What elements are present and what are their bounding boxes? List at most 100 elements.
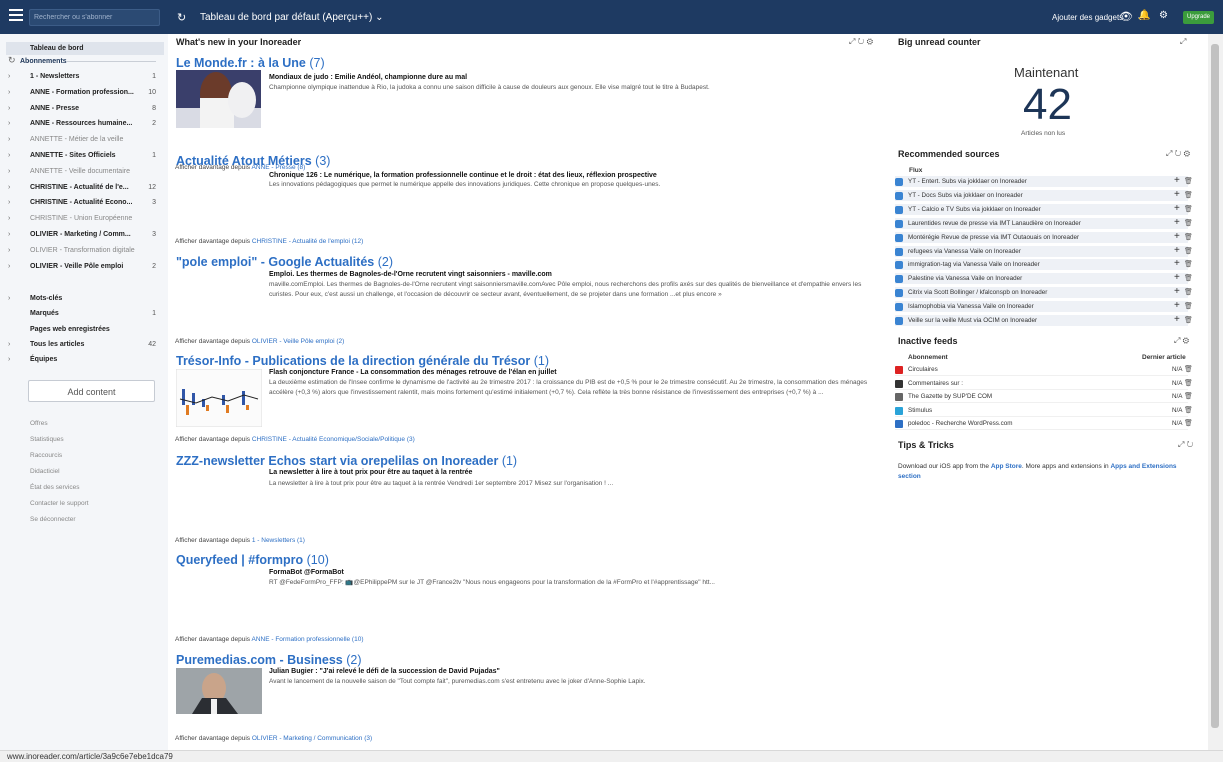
show-more-link[interactable]: Afficher davantage depuis CHRISTINE - Ac… — [175, 436, 415, 443]
subscribe-plus-icon[interactable]: + — [1174, 189, 1180, 201]
recommended-source-name[interactable]: Laurentides revue de presse via IMT Lana… — [908, 218, 1081, 230]
recommended-row[interactable]: Islamophobia via Vanessa Vaile on Inorea… — [895, 300, 1193, 314]
recommended-row[interactable]: Veille sur la veille Must via OCIM on In… — [895, 314, 1193, 327]
feed-name[interactable]: Le Monde.fr : à la Une — [176, 56, 306, 70]
app-store-link[interactable]: App Store — [991, 463, 1022, 470]
chevron-right-icon[interactable]: › — [8, 260, 10, 273]
footer-link[interactable]: État des services — [30, 484, 80, 491]
recommended-row[interactable]: immigration-tag via Vanessa Vaile on Ino… — [895, 258, 1193, 272]
chevron-right-icon[interactable]: › — [8, 244, 10, 257]
recommended-row[interactable]: Citrix via Scott Bollinger / kfalconspb … — [895, 286, 1193, 300]
sidebar-item-teams[interactable]: › Équipes — [8, 353, 158, 366]
dismiss-trash-icon[interactable]: 🗑 — [1184, 204, 1193, 216]
subscribe-plus-icon[interactable]: + — [1174, 272, 1180, 284]
sidebar-item-saved-pages[interactable]: Pages web enregistrées — [8, 323, 158, 336]
footer-link[interactable]: Se déconnecter — [30, 516, 76, 523]
subscribe-plus-icon[interactable]: + — [1174, 231, 1180, 243]
dismiss-trash-icon[interactable]: 🗑 — [1184, 190, 1193, 202]
sidebar-folder-item[interactable]: › ANNETTE - Veille documentaire — [8, 165, 158, 178]
chevron-right-icon[interactable]: › — [8, 133, 10, 146]
refresh-icon[interactable]: ↻ — [177, 11, 186, 24]
subscribe-plus-icon[interactable]: + — [1174, 217, 1180, 229]
recommended-row[interactable]: refugees via Vanessa Vaile on Inoreader +… — [895, 245, 1193, 258]
delete-trash-icon[interactable]: 🗑 — [1184, 364, 1193, 376]
chevron-right-icon[interactable]: › — [8, 292, 10, 305]
chart-thumbnail-image[interactable] — [176, 369, 262, 427]
subscribe-plus-icon[interactable]: + — [1174, 300, 1180, 312]
dismiss-trash-icon[interactable]: 🗑 — [1184, 232, 1193, 244]
sidebar-folder-item[interactable]: › ANNE - Formation profession... 10 — [8, 86, 158, 99]
sidebar-folder-item[interactable]: › ANNETTE - Métier de la veille — [8, 133, 158, 146]
feed-name[interactable]: Puremedias.com - Business — [176, 653, 343, 667]
dismiss-trash-icon[interactable]: 🗑 — [1184, 287, 1193, 299]
sidebar-folder-item[interactable]: › OLIVIER - Marketing / Comm... 3 — [8, 228, 158, 241]
show-more-folder-link[interactable]: 1 - Newsletters (1) — [252, 537, 305, 544]
feed-title-link[interactable]: Le Monde.fr : à la Une (7) — [176, 56, 325, 70]
show-more-link[interactable]: Afficher davantage depuis ANNE - Formati… — [175, 636, 364, 643]
dismiss-trash-icon[interactable]: 🗑 — [1184, 176, 1193, 188]
notifications-bell-icon[interactable]: 🔔 — [1138, 10, 1150, 21]
refresh-icon[interactable]: ↻ — [8, 55, 16, 67]
chevron-right-icon[interactable]: › — [8, 196, 10, 209]
sidebar-item-keywords[interactable]: › Mots-clés — [8, 292, 158, 305]
inactive-feed-name[interactable]: poledoc - Recherche WordPress.com — [908, 418, 1013, 430]
upgrade-button[interactable]: Upgrade — [1183, 11, 1214, 24]
show-more-link[interactable]: Afficher davantage depuis OLIVIER - Veil… — [175, 338, 344, 345]
inactive-feed-name[interactable]: Stimulus — [908, 405, 932, 417]
dismiss-trash-icon[interactable]: 🗑 — [1184, 315, 1193, 327]
article-title-link[interactable]: Flash conjoncture France - La consommati… — [269, 369, 557, 376]
show-more-folder-link[interactable]: CHRISTINE - Actualité Economique/Sociale… — [252, 436, 415, 443]
feed-name[interactable]: Queryfeed | #formpro — [176, 553, 303, 567]
article-title-link[interactable]: Mondiaux de judo : Emilie Andéol, champi… — [269, 74, 467, 81]
show-more-folder-link[interactable]: ANNE - Formation professionnelle (10) — [252, 636, 364, 643]
dismiss-trash-icon[interactable]: 🗑 — [1184, 273, 1193, 285]
inactive-feed-name[interactable]: The Gazette by SUP'DE COM — [908, 391, 992, 403]
show-more-link[interactable]: Afficher davantage depuis CHRISTINE - Ac… — [175, 238, 363, 245]
sidebar-folder-item[interactable]: › OLIVIER - Transformation digitale — [8, 244, 158, 257]
recommended-source-name[interactable]: YT - Calcio e TV Subs via jokklaer on In… — [908, 204, 1041, 216]
delete-trash-icon[interactable]: 🗑 — [1184, 405, 1193, 417]
search-input[interactable] — [29, 9, 160, 26]
sidebar-folder-item[interactable]: › 1 - Newsletters 1 — [8, 70, 158, 83]
page-scrollbar[interactable] — [1208, 34, 1223, 750]
chevron-right-icon[interactable]: › — [8, 149, 10, 162]
inactive-feed-row[interactable]: Stimulus N/A 🗑 — [895, 405, 1193, 417]
subscribe-plus-icon[interactable]: + — [1174, 314, 1180, 326]
feed-title-link[interactable]: Trésor-Info - Publications de la directi… — [176, 354, 549, 368]
dashboard-title-dropdown[interactable]: Tableau de bord par défaut (Aperçu++) ⌄ — [200, 12, 384, 23]
chevron-right-icon[interactable]: › — [8, 212, 10, 225]
show-more-link[interactable]: Afficher davantage depuis OLIVIER - Mark… — [175, 735, 372, 742]
sidebar-folder-item[interactable]: › ANNETTE - Sites Officiels 1 — [8, 149, 158, 162]
recommended-row[interactable]: YT - Entert. Subs via jokklaer on Inorea… — [895, 175, 1193, 188]
feed-title-link[interactable]: "pole emploi" - Google Actualités (2) — [176, 255, 393, 269]
subscribe-plus-icon[interactable]: + — [1174, 203, 1180, 215]
delete-trash-icon[interactable]: 🗑 — [1184, 378, 1193, 390]
article-title-link[interactable]: Emploi. Les thermes de Bagnoles-de-l'Orn… — [269, 271, 552, 278]
sidebar-item-dashboard[interactable]: Tableau de bord — [6, 42, 164, 55]
recommended-source-name[interactable]: immigration-tag via Vanessa Vaile on Ino… — [908, 259, 1040, 271]
inactive-feed-row[interactable]: The Gazette by SUP'DE COM N/A 🗑 — [895, 391, 1193, 403]
recommended-source-name[interactable]: Montérégie Revue de presse via IMT Outao… — [908, 232, 1079, 244]
subscribe-plus-icon[interactable]: + — [1174, 245, 1180, 257]
chevron-right-icon[interactable]: › — [8, 70, 10, 83]
show-more-folder-link[interactable]: OLIVIER - Marketing / Communication (3) — [252, 735, 372, 742]
delete-trash-icon[interactable]: 🗑 — [1184, 391, 1193, 403]
dismiss-trash-icon[interactable]: 🗑 — [1184, 218, 1193, 230]
recommended-source-name[interactable]: refugees via Vanessa Vaile on Inoreader — [908, 246, 1021, 258]
inactive-feed-row[interactable]: poledoc - Recherche WordPress.com N/A 🗑 — [895, 418, 1193, 430]
show-more-folder-link[interactable]: CHRISTINE - Actualité de l'emploi (12) — [252, 238, 363, 245]
widget-controls[interactable]: ⤢ ↻ — [1178, 440, 1193, 450]
feed-title-link[interactable]: Queryfeed | #formpro (10) — [176, 553, 329, 567]
feed-title-link[interactable]: ZZZ-newsletter Echos start via orepelila… — [176, 454, 517, 468]
recommended-source-name[interactable]: Palestine via Vanessa Vaile on Inoreader — [908, 273, 1022, 285]
recommended-source-name[interactable]: Veille sur la veille Must via OCIM on In… — [908, 315, 1037, 327]
inactive-feed-row[interactable]: Commentaires sur : N/A 🗑 — [895, 378, 1193, 390]
feed-name[interactable]: ZZZ-newsletter Echos start via orepelila… — [176, 454, 498, 468]
feed-title-link[interactable]: Actualité Atout Métiers (3) — [176, 154, 330, 168]
sidebar-folder-item[interactable]: › ANNE - Ressources humaine... 2 — [8, 117, 158, 130]
sidebar-item-subscriptions[interactable]: ↻ Abonnements — [8, 55, 158, 68]
feed-name[interactable]: "pole emploi" - Google Actualités — [176, 255, 374, 269]
show-more-folder-link[interactable]: OLIVIER - Veille Pôle emploi (2) — [252, 338, 344, 345]
dismiss-trash-icon[interactable]: 🗑 — [1184, 259, 1193, 271]
subscribe-plus-icon[interactable]: + — [1174, 286, 1180, 298]
